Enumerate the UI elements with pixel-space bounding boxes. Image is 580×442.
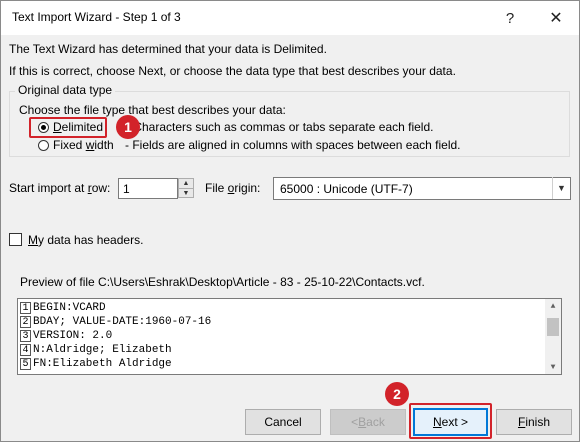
scroll-up-icon[interactable]: ▲ (545, 299, 561, 313)
fixed-width-label[interactable]: Fixed width (53, 138, 114, 152)
scroll-down-icon[interactable]: ▼ (545, 360, 561, 374)
delimited-radio[interactable] (38, 122, 49, 133)
my-data-has-headers-label[interactable]: My data has headers. (28, 233, 143, 247)
file-origin-label: File origin: (205, 181, 261, 195)
intro-line-1: The Text Wizard has determined that your… (9, 42, 327, 56)
step-badge-2: 2 (385, 382, 409, 406)
text-import-wizard-dialog: Text Import Wizard - Step 1 of 3 ? ✕ The… (0, 0, 580, 442)
line-text: VERSION: 2.0 (33, 330, 113, 342)
line-text: BDAY; VALUE-DATE:1960-07-16 (33, 316, 212, 328)
fixed-width-description: - Fields are aligned in columns with spa… (125, 138, 461, 152)
step-badge-1-front: 1 (116, 115, 140, 139)
spin-down-icon[interactable]: ▼ (179, 188, 193, 198)
intro-line-2: If this is correct, choose Next, or choo… (9, 64, 456, 78)
finish-button[interactable]: Finish (496, 409, 572, 435)
line-number: 2 (20, 316, 31, 328)
line-number: 3 (20, 330, 31, 342)
line-text: BEGIN:VCARD (33, 302, 106, 314)
preview-vertical-scrollbar[interactable]: ▲ ▼ (545, 299, 561, 374)
spin-up-icon[interactable]: ▲ (179, 179, 193, 188)
chevron-down-icon[interactable]: ▼ (552, 177, 570, 199)
preview-pane[interactable]: 1 BEGIN:VCARD 2 BDAY; VALUE-DATE:1960-07… (17, 298, 562, 375)
line-text: N:Aldridge; Elizabeth (33, 344, 172, 356)
line-text: FN:Elizabeth Aldridge (33, 358, 172, 370)
delimited-label[interactable]: Delimited (53, 120, 103, 134)
file-origin-select[interactable]: 65000 : Unicode (UTF-7) (273, 177, 571, 200)
file-type-prompt: Choose the file type that best describes… (19, 103, 286, 117)
window-title: Text Import Wizard - Step 1 of 3 (12, 10, 181, 24)
start-row-stepper[interactable]: ▲ ▼ (178, 178, 194, 198)
scroll-thumb[interactable] (547, 318, 559, 336)
next-button[interactable]: Next > (413, 408, 488, 436)
close-icon: ✕ (549, 10, 563, 27)
delimited-description: - Characters such as commas or tabs sepa… (112, 120, 434, 134)
help-button[interactable]: ? (487, 1, 533, 35)
fixed-width-radio[interactable] (38, 140, 49, 151)
close-button[interactable]: ✕ (533, 1, 579, 35)
original-data-type-legend: Original data type (15, 83, 116, 97)
my-data-has-headers-checkbox[interactable] (9, 233, 22, 246)
line-number: 5 (20, 358, 31, 370)
line-number: 4 (20, 344, 31, 356)
cancel-button[interactable]: Cancel (245, 409, 321, 435)
back-button[interactable]: < Back (330, 409, 406, 435)
start-row-input[interactable]: 1 (118, 178, 178, 199)
line-number: 1 (20, 302, 31, 314)
title-bar: Text Import Wizard - Step 1 of 3 ? ✕ (1, 1, 579, 35)
start-import-label: Start import at row: (9, 181, 111, 195)
help-icon: ? (505, 9, 515, 27)
preview-label: Preview of file C:\Users\Eshrak\Desktop\… (20, 275, 425, 289)
